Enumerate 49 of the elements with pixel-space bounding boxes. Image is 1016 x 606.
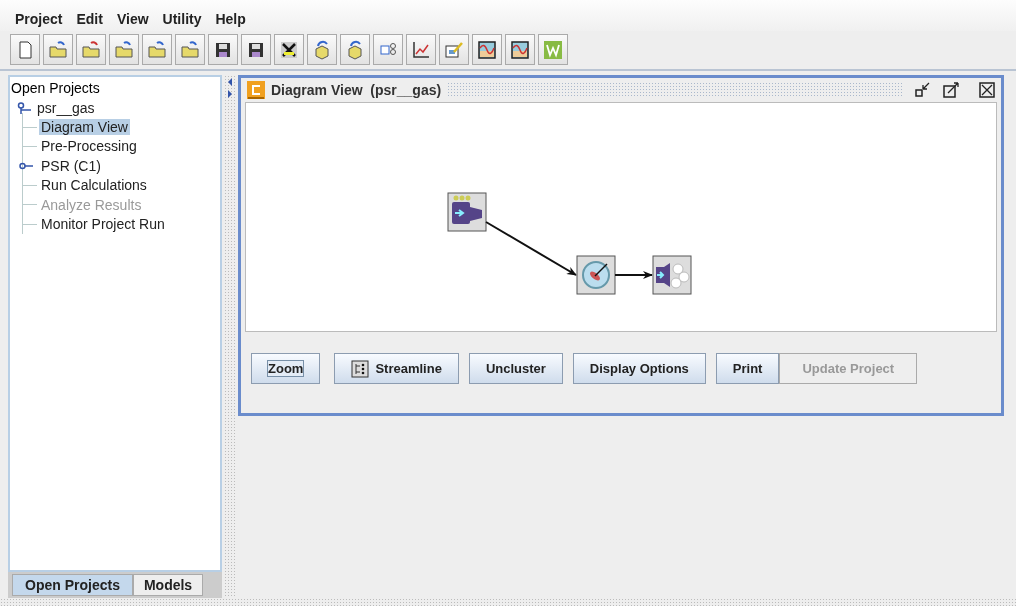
expand-handle-icon[interactable]: [17, 101, 31, 114]
toolbar-button[interactable]: [241, 34, 271, 65]
toolbar-button[interactable]: [472, 34, 502, 65]
tree-root: Open Projects: [11, 79, 101, 98]
reactor-node-icon[interactable]: [576, 255, 616, 295]
delete-cross-icon: [279, 39, 299, 60]
open-folder-icon: [147, 39, 167, 60]
tree-item[interactable]: Diagram View: [39, 119, 130, 136]
tree-item[interactable]: psr__gas: [35, 99, 97, 116]
action-button[interactable]: Print: [715, 353, 780, 384]
menu-item[interactable]: Utility: [162, 11, 202, 27]
plot-icon: [510, 39, 530, 60]
tree-item[interactable]: PSR (C1): [39, 157, 103, 174]
minimize-icon[interactable]: [915, 82, 931, 98]
splitter-handle[interactable]: [224, 75, 235, 598]
w-logo-icon: [543, 39, 563, 60]
open-folder-icon: [48, 39, 68, 60]
toolbar-button[interactable]: [505, 34, 535, 65]
open-folder-icon: [81, 39, 101, 60]
tree-item[interactable]: Monitor Project Run: [39, 216, 167, 233]
panel-tab[interactable]: Open Projects: [12, 574, 133, 596]
maximize-icon[interactable]: [943, 82, 959, 98]
action-button[interactable]: Uncluster: [468, 353, 563, 384]
toolbar-button[interactable]: [274, 34, 304, 65]
close-icon[interactable]: [979, 82, 995, 98]
connector-arrow: [614, 271, 653, 279]
menu-item[interactable]: View: [116, 11, 149, 27]
streamline-icon: [351, 359, 370, 378]
action-button[interactable]: Zoom: [251, 353, 321, 384]
menu-item[interactable]: Edit: [76, 11, 103, 27]
menu-item[interactable]: Project: [15, 11, 63, 27]
toolbar-button[interactable]: [208, 34, 238, 65]
tree-item[interactable]: Pre-Processing: [39, 138, 139, 155]
tree-item[interactable]: Run Calculations: [39, 177, 149, 194]
plot-icon: [477, 39, 497, 60]
collapse-arrows-icon[interactable]: [226, 77, 233, 99]
box-icon: [312, 39, 332, 60]
open-folder-icon: [180, 39, 200, 60]
action-button[interactable]: Streamline: [334, 353, 459, 384]
line-chart-icon: [411, 39, 431, 60]
menu-item[interactable]: Help: [215, 11, 246, 27]
window-title: Diagram View (psr__gas): [271, 82, 442, 98]
inlet-node-icon[interactable]: [447, 192, 487, 232]
action-button[interactable]: Display Options: [572, 353, 706, 384]
open-folder-icon: [114, 39, 134, 60]
panel-tab[interactable]: Models: [132, 574, 204, 596]
window-logo-icon: [247, 81, 265, 99]
box-icon: [345, 39, 365, 60]
outlet-node-icon[interactable]: [652, 255, 692, 295]
